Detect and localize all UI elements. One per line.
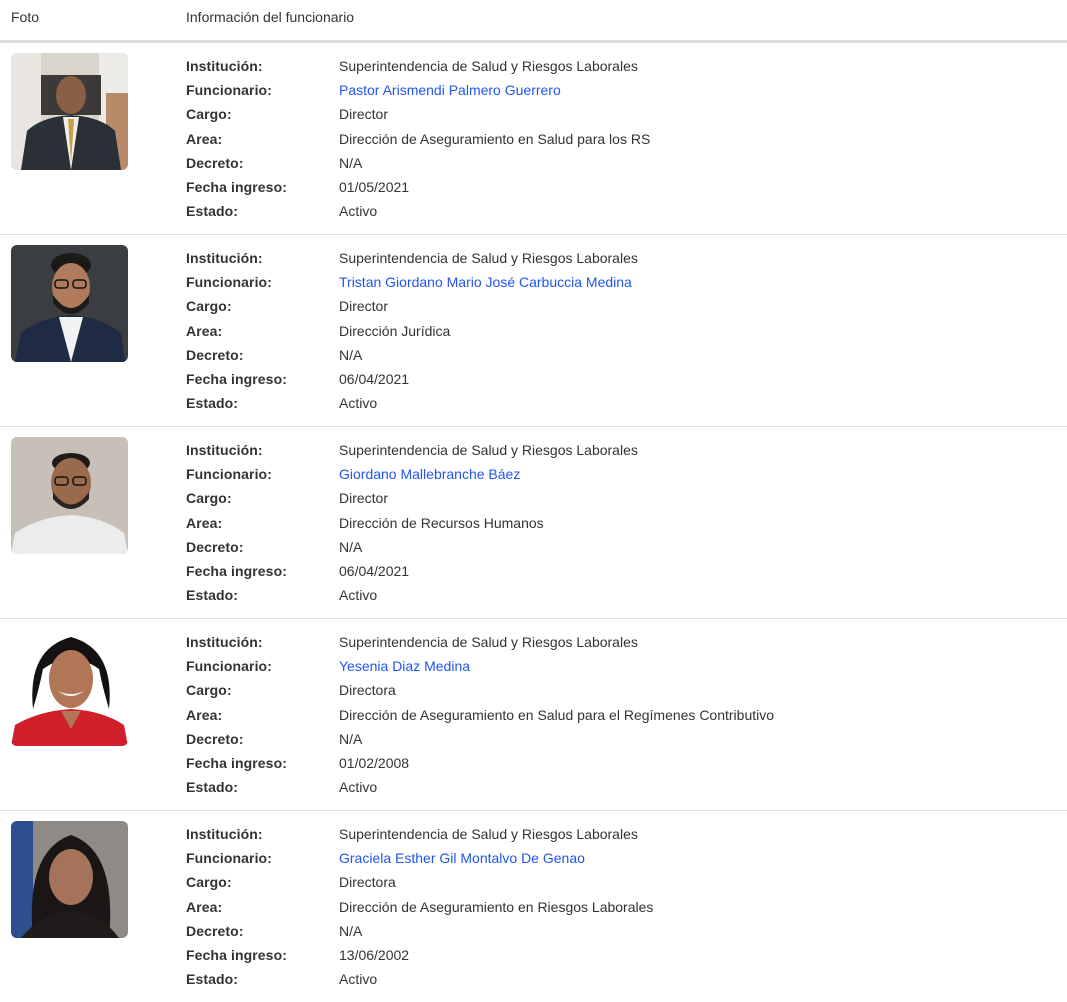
table-row: Institución: Superintendencia de Salud y … — [0, 427, 1067, 619]
label-estado: Estado: — [186, 203, 239, 220]
table-row: Institución: Superintendencia de Salud y … — [0, 619, 1067, 811]
label-estado: Estado: — [186, 779, 239, 796]
official-photo — [11, 53, 128, 170]
person-photo-icon — [11, 53, 128, 170]
value-estado: Activo — [339, 971, 378, 988]
label-decreto: Decreto: — [186, 538, 244, 555]
label-funcionario: Funcionario: — [186, 850, 272, 867]
label-cargo: Cargo: — [186, 682, 232, 699]
table-header: Foto Información del funcionario — [0, 0, 1067, 43]
label-funcionario: Funcionario: — [186, 274, 272, 291]
label-institucion: Institución: — [186, 826, 263, 842]
label-fecha-ingreso: Fecha ingreso: — [186, 370, 287, 387]
value-decreto: N/A — [339, 346, 363, 363]
value-estado: Activo — [339, 395, 378, 412]
label-estado: Estado: — [186, 971, 239, 988]
official-name-link[interactable]: Graciela Esther Gil Montalvo De Genao — [339, 846, 585, 870]
value-decreto: N/A — [339, 154, 363, 171]
official-photo — [11, 245, 128, 362]
value-cargo: Director — [339, 106, 389, 123]
value-fecha-ingreso: 01/02/2008 — [339, 754, 410, 771]
label-decreto: Decreto: — [186, 346, 244, 363]
person-photo-icon — [11, 437, 128, 554]
label-cargo: Cargo: — [186, 106, 232, 123]
label-institucion: Institución: — [186, 442, 263, 458]
label-area: Area: — [186, 514, 223, 531]
label-estado: Estado: — [186, 587, 239, 604]
value-institucion: Superintendencia de Salud y Riesgos Labo… — [339, 250, 638, 266]
label-institucion: Institución: — [186, 634, 263, 650]
official-name-link[interactable]: Pastor Arismendi Palmero Guerrero — [339, 78, 561, 102]
label-area: Area: — [186, 706, 223, 723]
value-fecha-ingreso: 01/05/2021 — [339, 178, 410, 195]
label-area: Area: — [186, 322, 223, 339]
label-decreto: Decreto: — [186, 154, 244, 171]
value-estado: Activo — [339, 779, 378, 796]
value-institucion: Superintendencia de Salud y Riesgos Labo… — [339, 58, 638, 74]
official-name-link[interactable]: Giordano Mallebranche Báez — [339, 462, 520, 486]
value-area: Dirección de Aseguramiento en Salud para… — [339, 130, 651, 147]
table-row: Institución: Superintendencia de Salud y … — [0, 43, 1067, 235]
label-funcionario: Funcionario: — [186, 466, 272, 483]
official-name-link[interactable]: Tristan Giordano Mario José Carbuccia Me… — [339, 270, 632, 294]
column-header-photo: Foto — [11, 9, 40, 25]
value-decreto: N/A — [339, 922, 363, 939]
official-name-link[interactable]: Yesenia Diaz Medina — [339, 654, 470, 678]
value-fecha-ingreso: 06/04/2021 — [339, 370, 410, 387]
person-photo-icon — [11, 821, 128, 938]
label-fecha-ingreso: Fecha ingreso: — [186, 754, 287, 771]
label-cargo: Cargo: — [186, 298, 232, 315]
label-funcionario: Funcionario: — [186, 82, 272, 99]
label-cargo: Cargo: — [186, 874, 232, 891]
official-photo — [11, 629, 128, 746]
value-cargo: Directora — [339, 682, 396, 699]
person-photo-icon — [11, 629, 128, 746]
value-area: Dirección de Aseguramiento en Riesgos La… — [339, 898, 654, 915]
label-fecha-ingreso: Fecha ingreso: — [186, 946, 287, 963]
value-estado: Activo — [339, 587, 378, 604]
value-fecha-ingreso: 06/04/2021 — [339, 562, 410, 579]
value-decreto: N/A — [339, 730, 363, 747]
label-institucion: Institución: — [186, 250, 263, 266]
value-estado: Activo — [339, 203, 378, 220]
label-decreto: Decreto: — [186, 730, 244, 747]
column-header-info: Información del funcionario — [186, 9, 355, 25]
person-photo-icon — [11, 245, 128, 362]
label-fecha-ingreso: Fecha ingreso: — [186, 562, 287, 579]
value-institucion: Superintendencia de Salud y Riesgos Labo… — [339, 634, 638, 650]
value-area: Dirección de Recursos Humanos — [339, 514, 544, 531]
label-institucion: Institución: — [186, 58, 263, 74]
value-institucion: Superintendencia de Salud y Riesgos Labo… — [339, 826, 638, 842]
official-photo — [11, 821, 128, 938]
value-area: Dirección de Aseguramiento en Salud para… — [339, 706, 775, 723]
value-cargo: Director — [339, 298, 389, 315]
value-cargo: Director — [339, 490, 389, 507]
table-row: Institución: Superintendencia de Salud y … — [0, 811, 1067, 1002]
label-estado: Estado: — [186, 395, 239, 412]
value-institucion: Superintendencia de Salud y Riesgos Labo… — [339, 442, 638, 458]
label-decreto: Decreto: — [186, 922, 244, 939]
label-cargo: Cargo: — [186, 490, 232, 507]
value-fecha-ingreso: 13/06/2002 — [339, 946, 410, 963]
label-fecha-ingreso: Fecha ingreso: — [186, 178, 287, 195]
label-area: Area: — [186, 898, 223, 915]
official-photo — [11, 437, 128, 554]
label-funcionario: Funcionario: — [186, 658, 272, 675]
table-row: Institución: Superintendencia de Salud y … — [0, 235, 1067, 427]
label-area: Area: — [186, 130, 223, 147]
value-decreto: N/A — [339, 538, 363, 555]
value-area: Dirección Jurídica — [339, 322, 451, 339]
value-cargo: Directora — [339, 874, 396, 891]
